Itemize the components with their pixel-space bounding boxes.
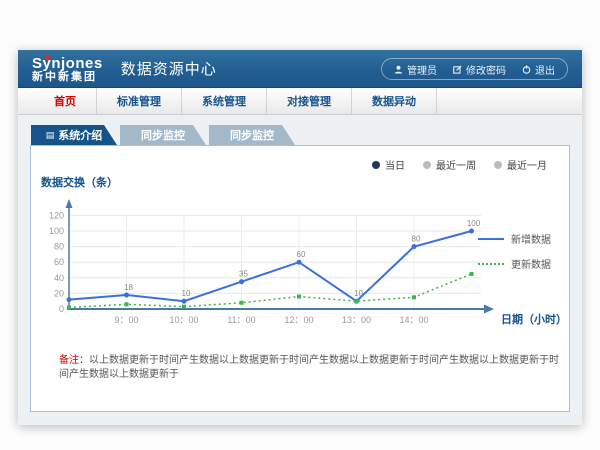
tab-sync-monitor-1[interactable]: 同步监控 xyxy=(120,125,206,145)
radio-last-month[interactable]: 最近一月 xyxy=(494,157,547,172)
svg-text:60: 60 xyxy=(297,250,306,259)
tab-system-intro-label: 系统介绍 xyxy=(58,127,102,143)
legend-new-data-label: 新增数据 xyxy=(511,231,551,246)
logo-subtext: 新中新集团 xyxy=(32,72,103,84)
nav-item-standard-mgmt[interactable]: 标准管理 xyxy=(97,88,182,114)
legend-item-updated-data: 更新数据 xyxy=(478,256,551,271)
tab-sync-monitor-2[interactable]: 同步监控 xyxy=(209,125,295,145)
nav-item-data-change[interactable]: 数据异动 xyxy=(352,88,437,114)
user-menu: 管理员 修改密码 退出 xyxy=(381,58,568,80)
change-password-button[interactable]: 修改密码 xyxy=(453,62,506,77)
time-range-filter: 当日 最近一周 最近一月 xyxy=(372,157,547,172)
svg-text:10: 10 xyxy=(182,289,191,298)
svg-text:120: 120 xyxy=(49,210,64,220)
radio-today[interactable]: 当日 xyxy=(372,157,405,172)
user-icon xyxy=(394,65,403,74)
synjones-logo: Synjones 新中新集团 xyxy=(32,54,103,83)
svg-text:0: 0 xyxy=(59,304,64,314)
edit-icon xyxy=(453,65,462,74)
svg-text:18: 18 xyxy=(124,283,133,292)
document-icon: ▤ xyxy=(46,131,55,140)
svg-text:100: 100 xyxy=(49,226,64,236)
change-password-label: 修改密码 xyxy=(466,62,506,77)
blue-line-swatch xyxy=(478,238,504,240)
tab-system-intro[interactable]: ▤ 系统介绍 xyxy=(31,125,117,145)
radio-last-week-label: 最近一周 xyxy=(436,157,476,172)
radio-today-dot xyxy=(372,161,380,169)
radio-last-month-label: 最近一月 xyxy=(507,157,547,172)
svg-text:35: 35 xyxy=(239,270,248,279)
page-title: 数据资源中心 xyxy=(121,58,217,79)
svg-text:14：00: 14：00 xyxy=(399,315,428,325)
svg-text:40: 40 xyxy=(54,273,64,283)
footnote: 备注：以上数据更新于时间产生数据以上数据更新于时间产生数据以上数据更新于时间产生… xyxy=(59,354,559,382)
svg-text:20: 20 xyxy=(54,288,64,298)
tab-bar: ▤ 系统介绍 同步监控 同步监控 xyxy=(31,125,570,145)
legend-updated-data-label: 更新数据 xyxy=(511,256,551,271)
tab-sync-monitor-2-label: 同步监控 xyxy=(230,127,274,143)
chart-panel: 当日 最近一周 最近一月 数据交换（条） 0 20 40 60 80 100 120 9：00… xyxy=(30,145,570,412)
logout-label: 退出 xyxy=(535,62,555,77)
radio-last-week[interactable]: 最近一周 xyxy=(423,157,476,172)
radio-last-month-dot xyxy=(494,161,502,169)
app-window: Synjones 新中新集团 数据资源中心 管理员 修改密码 退出 xyxy=(18,50,582,425)
logout-button[interactable]: 退出 xyxy=(522,62,555,77)
svg-text:10：00: 10：00 xyxy=(169,315,198,325)
power-icon xyxy=(522,65,531,74)
svg-text:日期（小时）: 日期（小时） xyxy=(501,312,567,326)
nav-item-home[interactable]: 首页 xyxy=(34,88,97,114)
green-dotted-swatch xyxy=(478,263,504,265)
admin-user-button[interactable]: 管理员 xyxy=(394,62,437,77)
svg-text:12：00: 12：00 xyxy=(284,315,313,325)
y-axis-title: 数据交换（条） xyxy=(41,174,118,190)
header: Synjones 新中新集团 数据资源中心 管理员 修改密码 退出 xyxy=(18,50,582,88)
content-area: ▤ 系统介绍 同步监控 同步监控 当日 最近一周 xyxy=(18,115,582,412)
chart-legend: 新增数据 更新数据 xyxy=(478,231,551,271)
nav-item-system-mgmt[interactable]: 系统管理 xyxy=(182,88,267,114)
svg-text:100: 100 xyxy=(467,219,481,228)
svg-text:13：00: 13：00 xyxy=(342,315,371,325)
nav-item-interface-mgmt[interactable]: 对接管理 xyxy=(267,88,352,114)
admin-user-label: 管理员 xyxy=(407,62,437,77)
svg-text:80: 80 xyxy=(412,235,421,244)
svg-text:80: 80 xyxy=(54,242,64,252)
footnote-prefix: 备注： xyxy=(59,355,89,366)
radio-last-week-dot xyxy=(423,161,431,169)
svg-text:60: 60 xyxy=(54,257,64,267)
main-nav: 首页 标准管理 系统管理 对接管理 数据异动 xyxy=(18,88,582,115)
logo-text: Synjones xyxy=(32,56,103,72)
footnote-body: 以上数据更新于时间产生数据以上数据更新于时间产生数据以上数据更新于时间产生数据以… xyxy=(59,355,559,380)
svg-text:9：00: 9：00 xyxy=(114,315,138,325)
tab-sync-monitor-1-label: 同步监控 xyxy=(141,127,185,143)
radio-today-label: 当日 xyxy=(385,157,405,172)
svg-text:10: 10 xyxy=(354,289,363,298)
svg-text:11：00: 11：00 xyxy=(227,315,255,325)
legend-item-new-data: 新增数据 xyxy=(478,231,551,246)
